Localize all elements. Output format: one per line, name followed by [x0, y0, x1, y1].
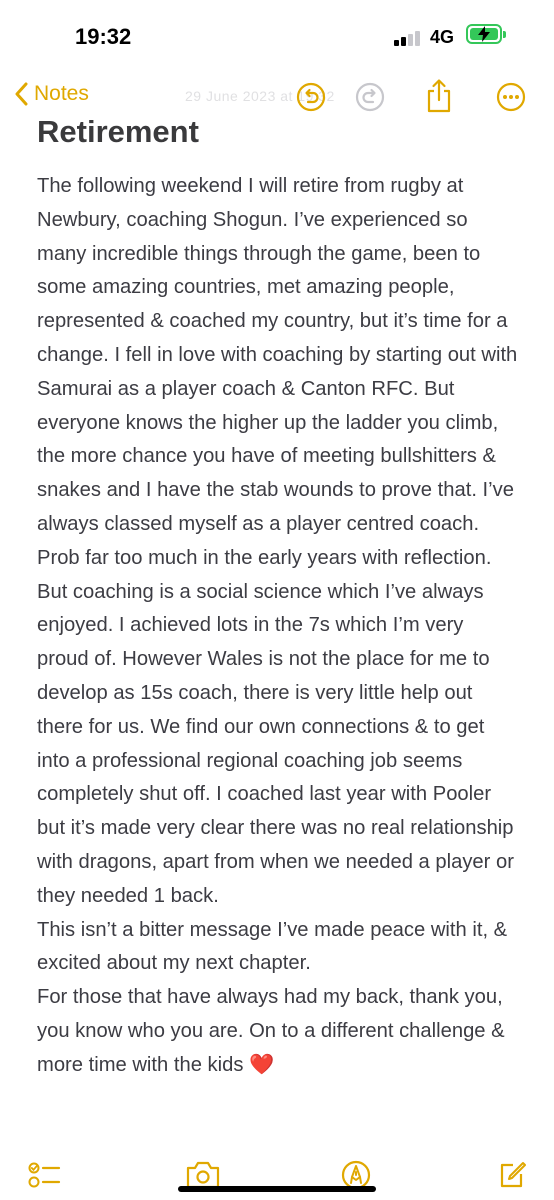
redo-icon: [355, 82, 385, 112]
chevron-left-icon: [15, 82, 28, 106]
battery-charging-icon: [466, 24, 502, 44]
compose-icon: [500, 1162, 526, 1188]
note-paragraph: This isn’t a bitter message I’ve made pe…: [37, 918, 508, 975]
note-body[interactable]: The following weekend I will retire from…: [37, 170, 519, 1090]
more-button[interactable]: [496, 82, 526, 117]
bottom-toolbar: [0, 1154, 554, 1200]
note-paragraph: For those that have always had my back, …: [37, 986, 505, 1076]
note-paragraph: The following weekend I will retire from…: [37, 175, 518, 907]
note-title[interactable]: Retirement: [37, 114, 199, 150]
more-icon: [496, 82, 526, 112]
home-indicator[interactable]: [178, 1186, 376, 1192]
cellular-signal-icon: [394, 30, 422, 46]
battery-cap: [503, 31, 506, 38]
redo-button[interactable]: [355, 82, 385, 117]
share-icon: [427, 79, 451, 113]
share-button[interactable]: [424, 78, 454, 119]
undo-button[interactable]: [296, 82, 326, 117]
compose-button[interactable]: [497, 1160, 527, 1195]
status-time: 19:32: [75, 24, 132, 49]
undo-icon: [296, 82, 326, 112]
checklist-button[interactable]: [28, 1160, 62, 1195]
back-label: Notes: [34, 82, 89, 105]
network-type: 4G: [430, 27, 455, 47]
checklist-icon: [28, 1162, 61, 1188]
status-bar: 19:32 4G: [0, 0, 554, 60]
back-button[interactable]: Notes: [14, 82, 89, 106]
